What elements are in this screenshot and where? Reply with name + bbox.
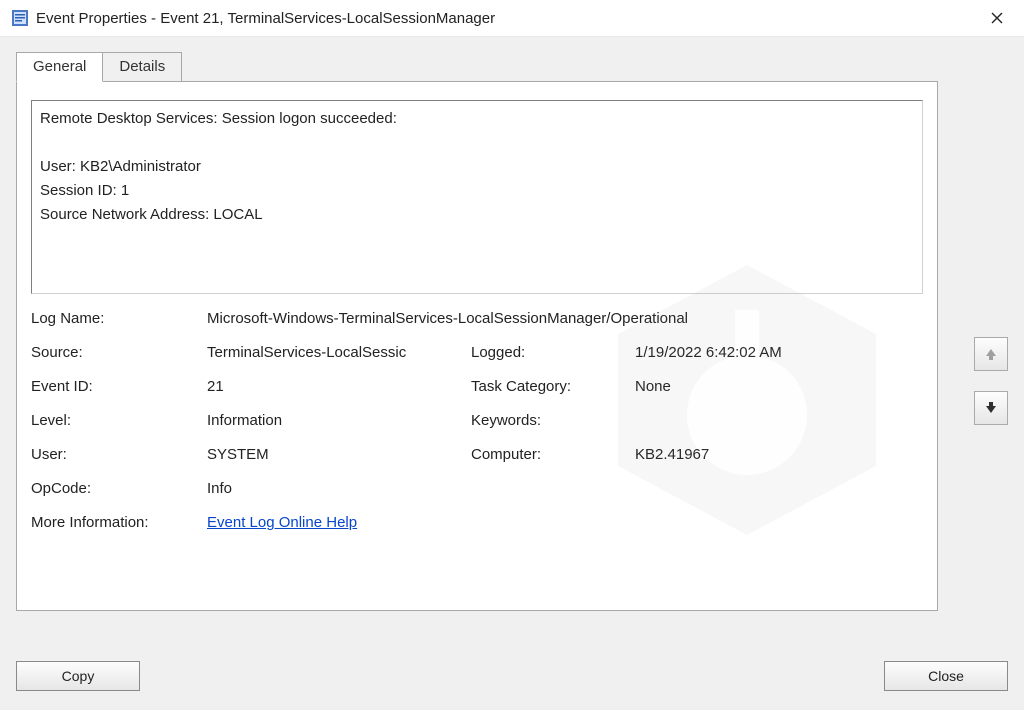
label-more-info: More Information: bbox=[31, 514, 207, 531]
value-log-name: Microsoft-Windows-TerminalServices-Local… bbox=[207, 310, 923, 327]
next-event-button[interactable] bbox=[974, 391, 1008, 425]
copy-button[interactable]: Copy bbox=[16, 661, 140, 691]
value-user: SYSTEM bbox=[207, 446, 471, 463]
previous-event-button[interactable] bbox=[974, 337, 1008, 371]
value-level: Information bbox=[207, 412, 471, 429]
value-opcode: Info bbox=[207, 480, 471, 497]
label-log-name: Log Name: bbox=[31, 310, 207, 327]
label-logged: Logged: bbox=[471, 344, 635, 361]
event-properties-dialog: Event Properties - Event 21, TerminalSer… bbox=[0, 0, 1024, 710]
label-task-category: Task Category: bbox=[471, 378, 635, 395]
window-close-button[interactable] bbox=[974, 2, 1020, 34]
close-button[interactable]: Close bbox=[884, 661, 1008, 691]
event-log-online-help-link[interactable]: Event Log Online Help bbox=[207, 514, 357, 531]
event-fields: Log Name: Microsoft-Windows-TerminalServ… bbox=[31, 310, 923, 548]
tabs: General Details bbox=[16, 51, 1008, 81]
label-level: Level: bbox=[31, 412, 207, 429]
event-viewer-icon bbox=[12, 10, 28, 26]
window-title: Event Properties - Event 21, TerminalSer… bbox=[36, 10, 495, 27]
label-source: Source: bbox=[31, 344, 207, 361]
titlebar: Event Properties - Event 21, TerminalSer… bbox=[0, 0, 1024, 37]
value-task-category: None bbox=[635, 378, 923, 395]
label-keywords: Keywords: bbox=[471, 412, 635, 429]
value-source: TerminalServices-LocalSessic bbox=[207, 344, 471, 361]
event-description[interactable]: Remote Desktop Services: Session logon s… bbox=[31, 100, 923, 294]
label-user: User: bbox=[31, 446, 207, 463]
value-computer: KB2.41967 bbox=[635, 446, 923, 463]
label-opcode: OpCode: bbox=[31, 480, 207, 497]
value-logged: 1/19/2022 6:42:02 AM bbox=[635, 344, 923, 361]
label-event-id: Event ID: bbox=[31, 378, 207, 395]
value-event-id: 21 bbox=[207, 378, 471, 395]
tab-details[interactable]: Details bbox=[102, 52, 182, 81]
tab-page-general: Remote Desktop Services: Session logon s… bbox=[16, 81, 938, 611]
label-computer: Computer: bbox=[471, 446, 635, 463]
tab-general[interactable]: General bbox=[16, 52, 103, 82]
